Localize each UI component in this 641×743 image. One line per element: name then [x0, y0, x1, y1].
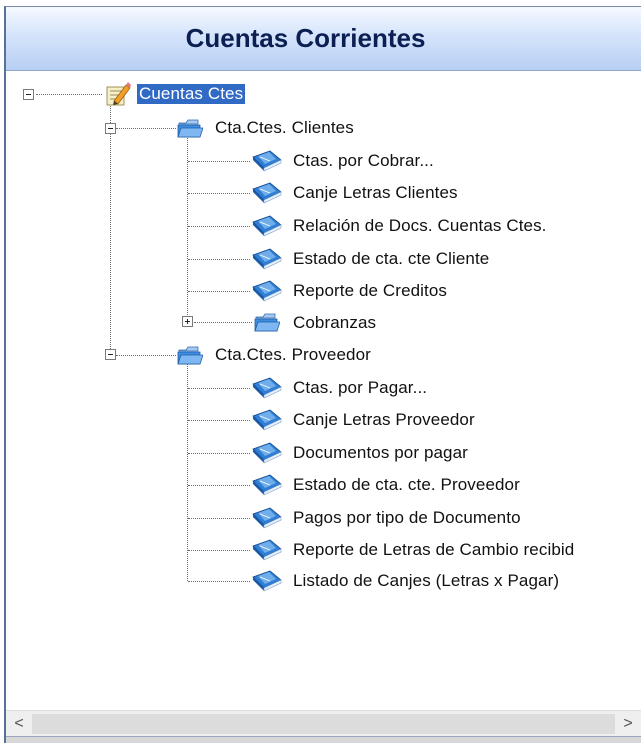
tree-item-canje-letras-clientes[interactable]: Canje Letras Clientes	[293, 183, 458, 203]
expand-toggle-cobranzas[interactable]	[182, 316, 193, 327]
tree-connector-h	[188, 291, 250, 292]
horizontal-scrollbar[interactable]: < >	[6, 710, 641, 737]
cuentas-corrientes-panel: Cuentas Corrientes Cuentas Ctes Cta.Ctes…	[4, 6, 641, 743]
open-folder-icon	[177, 117, 203, 139]
panel-header: Cuentas Corrientes	[6, 7, 641, 71]
notepad-pencil-icon	[104, 81, 132, 107]
tree-item-reporte-letras-cambio[interactable]: Reporte de Letras de Cambio recibid	[293, 540, 574, 560]
open-folder-icon	[177, 344, 203, 366]
scroll-left-button[interactable]: <	[8, 711, 30, 737]
report-book-icon	[250, 538, 284, 562]
panel-bottom-edge	[6, 736, 641, 743]
tree-connector-h	[188, 161, 250, 162]
report-book-icon	[250, 247, 284, 271]
tree-item-estado-cta-proveedor[interactable]: Estado de cta. cte. Proveedor	[293, 475, 520, 495]
collapse-toggle-clientes[interactable]	[105, 123, 116, 134]
scroll-right-button[interactable]: >	[617, 711, 639, 737]
tree-node-root[interactable]: Cuentas Ctes	[137, 84, 246, 104]
tree-item-relacion-docs[interactable]: Relación de Docs. Cuentas Ctes.	[293, 216, 547, 236]
collapse-toggle-root[interactable]	[23, 89, 34, 100]
report-book-icon	[250, 408, 284, 432]
tree-node-clientes[interactable]: Cta.Ctes. Clientes	[215, 118, 354, 138]
report-book-icon	[250, 569, 284, 593]
report-book-icon	[250, 279, 284, 303]
report-book-icon	[250, 181, 284, 205]
tree-item-canje-letras-proveedor[interactable]: Canje Letras Proveedor	[293, 410, 475, 430]
tree-connector-h	[188, 226, 250, 227]
tree-connector-h	[188, 420, 250, 421]
report-book-icon	[250, 214, 284, 238]
report-book-icon	[250, 506, 284, 530]
tree-connector-h	[36, 94, 102, 95]
tree-item-listado-canjes[interactable]: Listado de Canjes (Letras x Pagar)	[293, 571, 559, 591]
report-book-icon	[250, 376, 284, 400]
report-book-icon	[250, 149, 284, 173]
tree-item-reporte-creditos[interactable]: Reporte de Creditos	[293, 281, 447, 301]
tree-connector-h	[188, 259, 250, 260]
tree-item-ctas-por-pagar[interactable]: Ctas. por Pagar...	[293, 378, 427, 398]
tree-connector-h	[116, 128, 176, 129]
tree-item-estado-cta-cliente[interactable]: Estado de cta. cte Cliente	[293, 249, 489, 269]
tree-connector-h	[188, 518, 250, 519]
tree-node-proveedor[interactable]: Cta.Ctes. Proveedor	[215, 345, 371, 365]
scroll-thumb[interactable]	[32, 714, 615, 734]
tree-node-cobranzas[interactable]: Cobranzas	[293, 313, 376, 333]
tree-connector-h	[188, 388, 250, 389]
tree-item-pagos-por-tipo[interactable]: Pagos por tipo de Documento	[293, 508, 521, 528]
collapse-toggle-proveedor[interactable]	[105, 349, 116, 360]
tree-view[interactable]: Cuentas Ctes Cta.Ctes. Clientes Ctas. po…	[6, 71, 641, 711]
tree-connector-h	[188, 485, 250, 486]
open-folder-icon	[254, 311, 280, 333]
tree-connector-h	[116, 355, 176, 356]
tree-item-documentos-por-pagar[interactable]: Documentos por pagar	[293, 443, 468, 463]
report-book-icon	[250, 441, 284, 465]
panel-title: Cuentas Corrientes	[185, 23, 426, 53]
report-book-icon	[250, 473, 284, 497]
tree-connector-proveedor	[187, 356, 188, 581]
tree-connector-h	[188, 453, 250, 454]
tree-connector-h	[188, 193, 250, 194]
tree-connector-h	[188, 581, 250, 582]
tree-item-ctas-por-cobrar[interactable]: Ctas. por Cobrar...	[293, 151, 434, 171]
tree-connector-h	[194, 322, 252, 323]
tree-connector-h	[188, 550, 250, 551]
tree-connector-root	[110, 95, 111, 359]
